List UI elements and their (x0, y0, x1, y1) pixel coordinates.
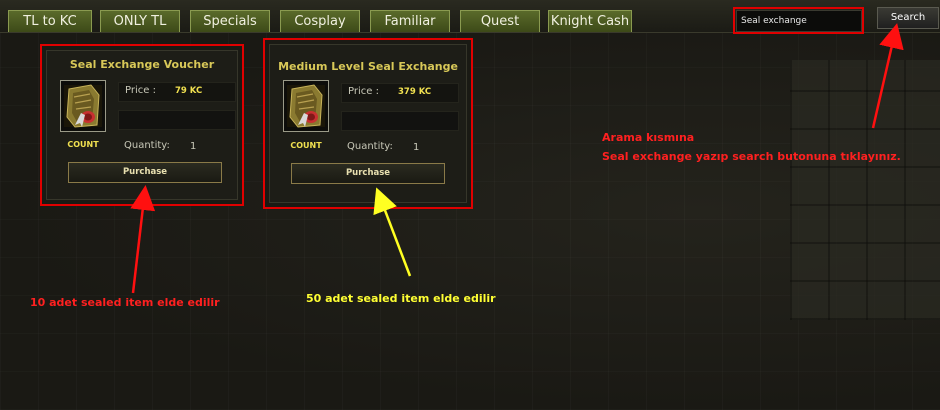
note-second-item: 50 adet sealed item elde edilir (306, 292, 496, 305)
instruction-line-2: Seal exchange yazıp search butonuna tıkl… (602, 150, 901, 163)
arrow-to-second-item (373, 187, 412, 277)
instruction-line-1: Arama kısmına (602, 131, 695, 144)
note-first-item: 10 adet sealed item elde edilir (30, 296, 220, 309)
arrow-to-search (871, 23, 904, 129)
annotation-arrows (130, 23, 904, 294)
arrow-to-first-item (130, 185, 156, 294)
